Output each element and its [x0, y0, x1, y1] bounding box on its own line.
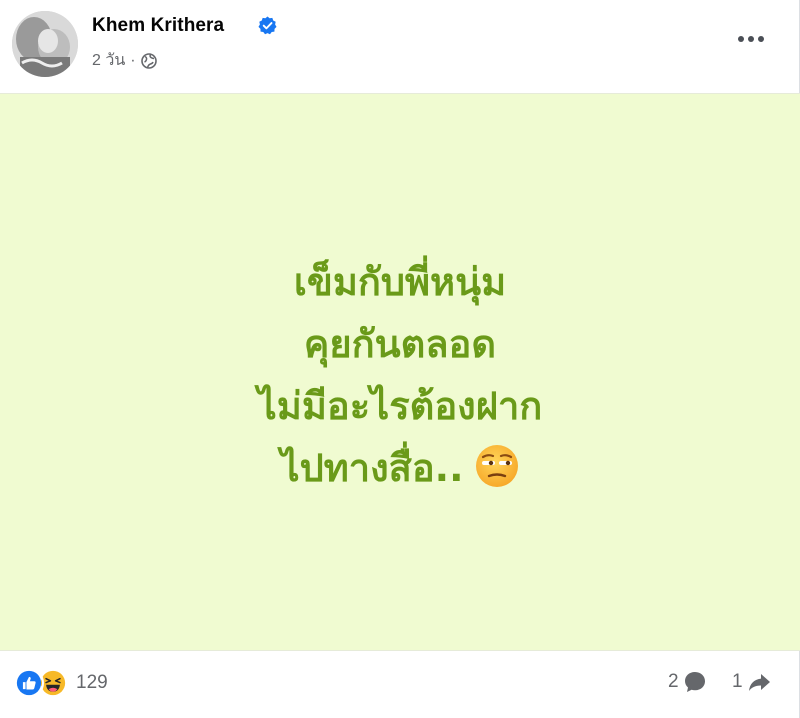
post-text-line-1: เข็มกับพี่หนุ่ม — [293, 260, 507, 304]
comment-count: 2 — [668, 671, 679, 692]
reactions-summary[interactable]: 129 — [14, 668, 108, 698]
post-text-line-3: ไม่มีอะไรต้องฝาก — [257, 384, 543, 428]
post-text-line-4: ไปทางสื่อ.. — [280, 446, 464, 490]
globe-icon — [140, 52, 157, 69]
like-reaction-icon — [14, 668, 44, 698]
post-text: เข็มกับพี่หนุ่ม คุยกันตลอด ไม่มีอะไรต้อง… — [0, 252, 800, 500]
shares-count-button[interactable]: 1 — [732, 670, 771, 694]
more-dot — [738, 36, 744, 42]
post-text-line-2: คุยกันตลอด — [303, 322, 497, 366]
more-options-button[interactable] — [733, 25, 769, 53]
post-text-background: เข็มกับพี่หนุ่ม คุยกันตลอด ไม่มีอะไรต้อง… — [0, 93, 800, 651]
author-avatar[interactable] — [12, 11, 78, 77]
comment-icon — [684, 672, 705, 692]
post-timestamp[interactable]: 2 วัน — [92, 48, 125, 73]
post-footer: 129 2 1 — [0, 652, 800, 718]
author-name[interactable]: Khem Krithera — [92, 15, 224, 37]
verified-badge-icon — [258, 16, 277, 35]
unamused-face-emoji — [475, 445, 518, 487]
post-text-line-4-wrap: ไปทางสื่อ.. — [0, 438, 800, 500]
post-header: Khem Krithera 2 วัน · — [0, 0, 800, 92]
share-icon — [748, 674, 770, 691]
reaction-count: 129 — [76, 672, 108, 693]
share-count: 1 — [732, 671, 743, 692]
facebook-post: Khem Krithera 2 วัน · เข็มกับพี่หนุ่ม คุ… — [0, 0, 800, 718]
more-dot — [758, 36, 764, 42]
post-meta: 2 วัน · — [92, 48, 157, 73]
more-dot — [748, 36, 754, 42]
meta-separator: · — [130, 51, 136, 69]
comments-count-button[interactable]: 2 — [668, 670, 707, 694]
